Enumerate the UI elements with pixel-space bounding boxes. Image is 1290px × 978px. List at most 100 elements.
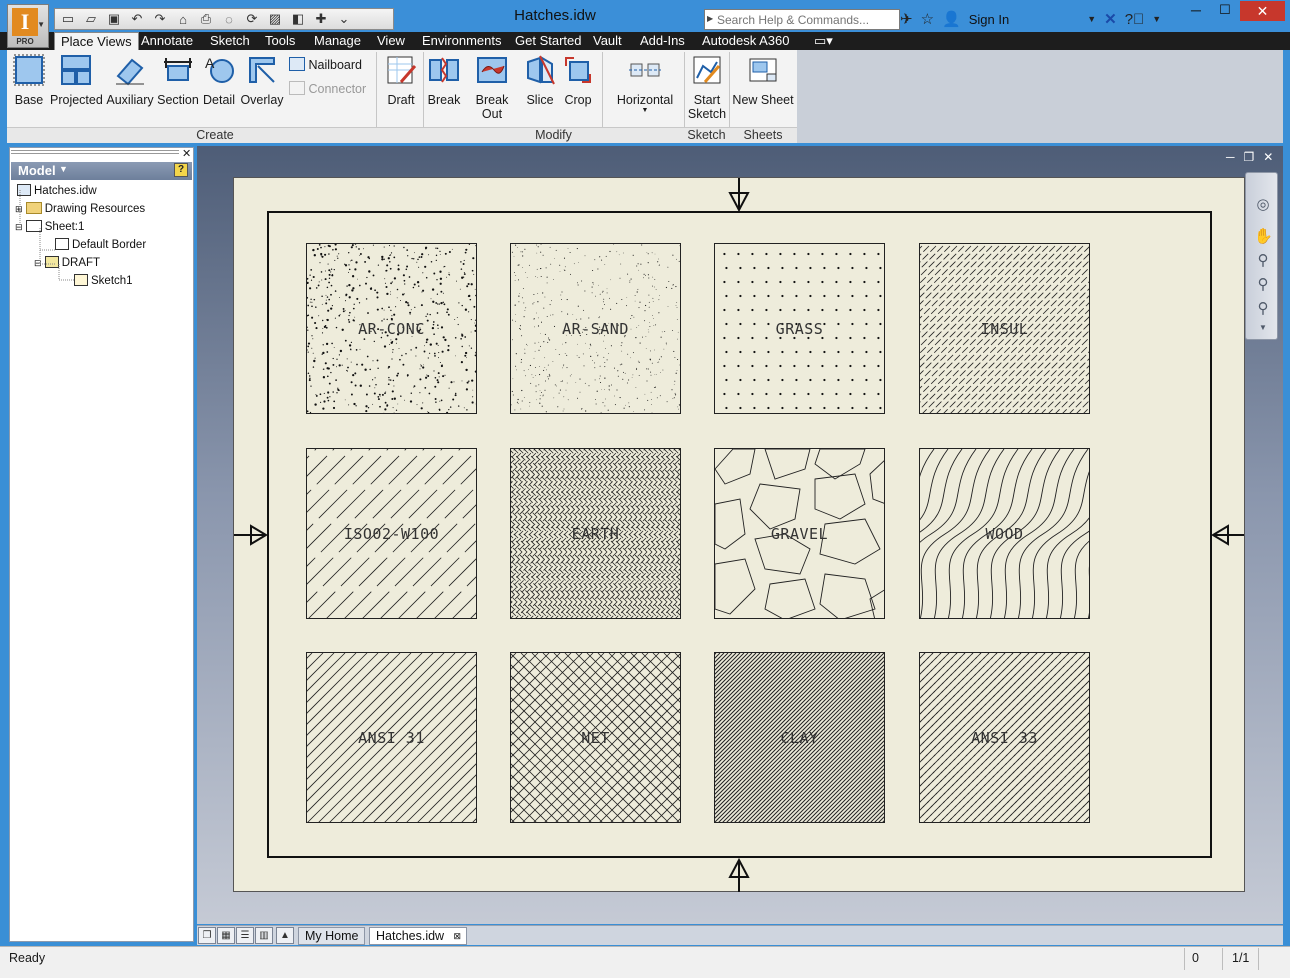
minimize-icon[interactable]: ─ (1226, 150, 1235, 164)
close-icon[interactable]: ✕ (182, 147, 191, 160)
hatch-sample-iso02[interactable]: ISO02-W100 (306, 448, 477, 619)
horizontal-align-icon (629, 63, 661, 77)
break-out-label: Break Out (475, 93, 509, 121)
minimize-button[interactable]: ─ (1183, 2, 1209, 22)
hatch-label: ANSI 31 (358, 729, 425, 747)
star-icon[interactable]: ☆ (921, 10, 934, 28)
search-input[interactable] (717, 11, 897, 28)
new-sheet-icon (749, 58, 777, 82)
help-icon[interactable]: ? (174, 163, 188, 177)
restore-icon[interactable]: ❐ (1244, 150, 1255, 164)
doc-tab-my-home[interactable]: My Home (298, 927, 366, 945)
zoom-all-icon[interactable]: ⚲ (1254, 299, 1272, 317)
cascade-icon[interactable]: ❐ (198, 927, 216, 944)
auxiliary-view-button[interactable]: Auxiliary (106, 54, 154, 107)
detail-view-button[interactable]: A Detail (201, 54, 237, 107)
status-separator (1258, 948, 1259, 970)
binoculars-icon[interactable]: ✈ (900, 10, 913, 28)
graphics-window-controls: ─ ❐ ✕ (1226, 150, 1273, 164)
exchange-icon[interactable]: ✕ (1104, 10, 1117, 28)
nailboard-button[interactable]: Nailboard (289, 57, 367, 72)
projected-view-icon (61, 55, 91, 85)
maximize-button[interactable]: ☐ (1212, 2, 1238, 22)
hatch-sample-grass[interactable]: GRASS (714, 243, 885, 414)
application-menu-button[interactable]: I PRO ▼ (7, 4, 49, 48)
tab-annotate[interactable]: Annotate (135, 32, 199, 50)
status-bar (0, 946, 1290, 978)
new-sheet-button[interactable]: New Sheet (732, 54, 794, 107)
print-icon[interactable]: ⎙ (198, 11, 214, 27)
tab-environments[interactable]: Environments (416, 32, 507, 50)
close-icon[interactable]: ✕ (1263, 150, 1273, 164)
doc-tab-hatches-idw[interactable]: Hatches.idw ⊠ (369, 927, 468, 945)
hatch-label: NET (581, 729, 610, 747)
home-icon[interactable]: ⌂ (175, 12, 191, 27)
base-view-button[interactable]: Base (12, 54, 46, 107)
redo-icon[interactable]: ↷ (152, 11, 168, 27)
hatch-label: EARTH (571, 525, 620, 543)
customize-icon[interactable]: ⌄ (336, 11, 352, 27)
material-icon[interactable]: ◧ (290, 11, 306, 27)
hatch-sample-wood[interactable]: WOOD (919, 448, 1090, 619)
hatch-sample-clay[interactable]: CLAY (714, 652, 885, 823)
horizontal-align-button[interactable]: Horizontal ▼ (612, 54, 678, 114)
hatch-sample-earth[interactable]: EARTH (510, 448, 681, 619)
tab-sketch[interactable]: Sketch (204, 32, 256, 50)
crop-button[interactable]: Crop (561, 54, 595, 107)
hatch-sample-net[interactable]: NET (510, 652, 681, 823)
slice-button[interactable]: Slice (523, 54, 557, 107)
connector-icon (289, 81, 305, 95)
steering-wheel-icon[interactable]: ◎ (1254, 195, 1272, 213)
auxiliary-label: Auxiliary (106, 93, 154, 107)
tab-place-views[interactable]: Place Views (54, 32, 139, 50)
tab-options-icon[interactable]: ▭▾ (808, 32, 839, 50)
hatch-sample-ansi33[interactable]: ANSI 33 (919, 652, 1090, 823)
hatch-sample-insul[interactable]: INSUL (919, 243, 1090, 414)
tile-vertical-icon[interactable]: ▥ (255, 927, 273, 944)
break-out-button[interactable]: Break Out (464, 54, 520, 121)
hatch-sample-gravel[interactable]: GRAVEL (714, 448, 885, 619)
zoom-window-icon[interactable]: ⚲ (1254, 275, 1272, 293)
tab-autodesk-a360[interactable]: Autodesk A360 (696, 32, 795, 50)
break-button[interactable]: Break (427, 54, 461, 107)
overlay-view-button[interactable]: Overlay (239, 54, 285, 107)
doc-tab-label: Hatches.idw (376, 929, 445, 943)
sign-in-link[interactable]: Sign In (969, 12, 1009, 27)
pan-icon[interactable]: ✋ (1254, 227, 1273, 245)
hatch-sample-sand[interactable]: AR-SAND (510, 243, 681, 414)
close-button[interactable]: ✕ (1240, 1, 1285, 21)
search-box[interactable]: ▶ (704, 9, 900, 30)
tab-get-started[interactable]: Get Started (509, 32, 587, 50)
hatch-sample-ansi31[interactable]: ANSI 31 (306, 652, 477, 823)
tab-add-ins[interactable]: Add-Ins (634, 32, 691, 50)
measure-icon[interactable]: ◌ (221, 12, 237, 27)
hatch-sample-conc[interactable]: AR-CONC (306, 243, 477, 414)
start-sketch-button[interactable]: Start Sketch (687, 54, 727, 121)
tile-horizontal-icon[interactable]: ☰ (236, 927, 254, 944)
update-icon[interactable]: ⟳ (244, 11, 260, 27)
tab-view[interactable]: View (371, 32, 411, 50)
new-file-icon[interactable]: ▭ (60, 11, 76, 27)
undo-icon[interactable]: ↶ (129, 11, 145, 27)
tile-icon[interactable]: ▦ (217, 927, 235, 944)
close-icon[interactable]: ⊠ (454, 928, 462, 945)
chevron-up-icon[interactable]: ▲ (276, 927, 294, 944)
zoom-icon[interactable]: ⚲ (1254, 251, 1272, 269)
draft-view-button[interactable]: Draft (382, 54, 420, 107)
section-view-button[interactable]: Section (156, 54, 200, 107)
chevron-down-icon[interactable]: ▼ (1254, 323, 1272, 341)
tab-manage[interactable]: Manage (308, 32, 367, 50)
chevron-down-icon[interactable]: ▼ (1152, 14, 1161, 24)
tab-tools[interactable]: Tools (259, 32, 301, 50)
save-icon[interactable]: ▣ (106, 11, 122, 27)
help-icon[interactable]: ?⃝ (1125, 11, 1145, 28)
projected-view-button[interactable]: Projected (50, 54, 103, 107)
add-icon[interactable]: ✚ (313, 11, 329, 27)
image-icon[interactable]: ▨ (267, 11, 283, 27)
browser-header[interactable]: Model ▼ ? (11, 162, 192, 180)
inventor-logo-icon: I (12, 8, 38, 36)
browser-grip[interactable] (11, 150, 179, 154)
tab-vault[interactable]: Vault (587, 32, 628, 50)
open-file-icon[interactable]: ▱ (83, 11, 99, 27)
chevron-down-icon[interactable]: ▼ (1087, 14, 1096, 24)
